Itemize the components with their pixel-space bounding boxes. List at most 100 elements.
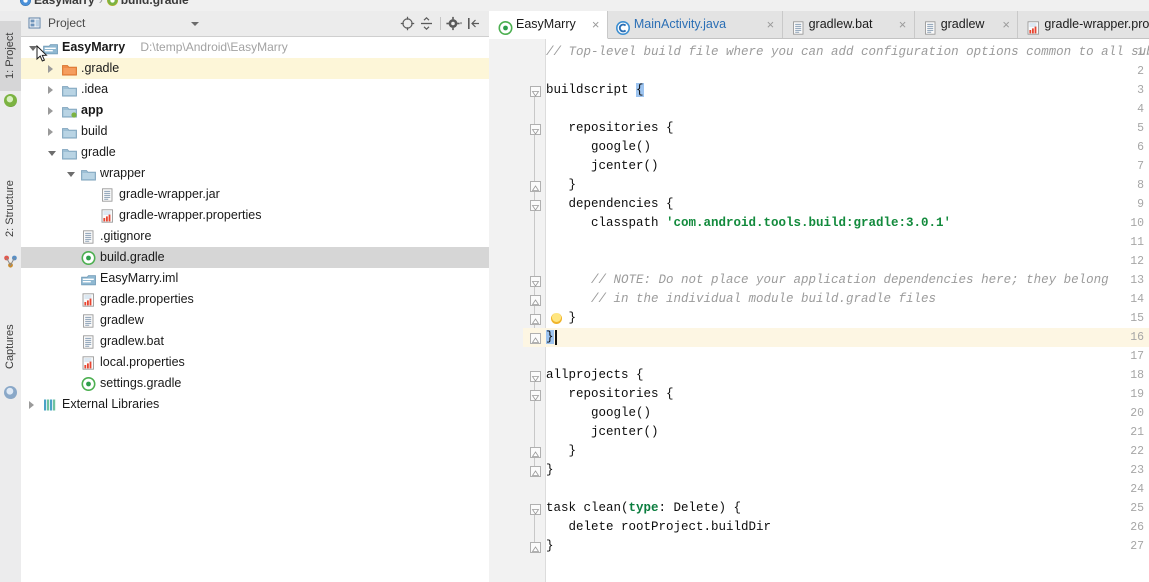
folder-module-icon [62, 104, 77, 118]
intention-bulb-icon[interactable] [551, 313, 562, 324]
fold-toggle-icon[interactable] [530, 447, 541, 458]
fold-toggle-icon[interactable] [530, 504, 541, 515]
project-panel-toolbar [398, 15, 483, 32]
close-icon[interactable]: × [1002, 11, 1010, 38]
project-view-icon [28, 16, 42, 30]
iml-icon [81, 272, 96, 286]
line-number: 20 [1130, 404, 1144, 423]
scroll-from-source-icon[interactable] [398, 15, 417, 32]
tree-item-gradle-wrapper-jar[interactable]: gradle-wrapper.jar [21, 184, 489, 205]
hide-panel-icon[interactable] [464, 15, 483, 32]
tree-item-gradlew-bat[interactable]: gradlew.bat [21, 331, 489, 352]
tree-item-external-libraries[interactable]: External Libraries [21, 394, 489, 415]
editor-tab-gradle-wrapper-properties[interactable]: gradle-wrapper.properties [1017, 11, 1149, 38]
code-line: google() [591, 138, 651, 157]
tree-item-build-gradle[interactable]: build.gradle [21, 247, 489, 268]
tree-item-label: External Libraries [62, 394, 159, 415]
settings-gear-icon[interactable] [445, 15, 464, 32]
tree-item-label: app [81, 100, 103, 121]
tree-expand-arrow-closed[interactable] [48, 107, 53, 115]
folder-icon [81, 167, 96, 181]
android-project-icon [20, 0, 31, 6]
code-line: task clean(type: Delete) { [546, 499, 741, 518]
tree-item-wrapper[interactable]: wrapper [21, 163, 489, 184]
tree-item-label: .gitignore [100, 226, 151, 247]
code-editor[interactable]: 1// Top-level build file where you can a… [489, 39, 1149, 582]
fold-toggle-icon[interactable] [530, 466, 541, 477]
editor-tab-gradlew[interactable]: gradlew× [914, 11, 1019, 38]
tree-item-settings-gradle[interactable]: settings.gradle [21, 373, 489, 394]
line-number: 4 [1137, 100, 1144, 119]
close-icon[interactable]: × [592, 11, 600, 38]
fold-toggle-icon[interactable] [530, 542, 541, 553]
code-line: buildscript { [546, 81, 644, 100]
code-line: repositories { [569, 119, 674, 138]
tree-item-label: build [81, 121, 107, 142]
tree-item-app[interactable]: app [21, 100, 489, 121]
fold-toggle-icon[interactable] [530, 86, 541, 97]
tree-expand-arrow-closed[interactable] [48, 86, 53, 94]
fold-toggle-icon[interactable] [530, 314, 541, 325]
line-number: 19 [1130, 385, 1144, 404]
tree-item-easymarry-iml[interactable]: EasyMarry.iml [21, 268, 489, 289]
tree-item-gradlew[interactable]: gradlew [21, 310, 489, 331]
editor-tab-mainactivity-java[interactable]: MainActivity.java× [607, 11, 783, 38]
project-tree[interactable]: EasyMarryD:\temp\Android\EasyMarry.gradl… [21, 37, 489, 582]
tree-expand-arrow-closed[interactable] [48, 65, 53, 73]
folder-icon [62, 83, 77, 97]
editor-tab-gradlew-bat[interactable]: gradlew.bat × [782, 11, 915, 38]
tool-window-tab-captures[interactable]: Captures [0, 311, 21, 383]
tree-item-path: D:\temp\Android\EasyMarry [140, 37, 287, 58]
fold-toggle-icon[interactable] [530, 276, 541, 287]
tree-item--gradle[interactable]: .gradle [21, 58, 489, 79]
project-icon [4, 94, 17, 107]
tree-item-easymarry[interactable]: EasyMarryD:\temp\Android\EasyMarry [21, 37, 489, 58]
tree-item--gitignore[interactable]: .gitignore [21, 226, 489, 247]
fold-toggle-icon[interactable] [530, 390, 541, 401]
editor-tab-label: gradlew.bat [809, 11, 873, 38]
fold-toggle-icon[interactable] [530, 124, 541, 135]
tree-expand-arrow-closed[interactable] [48, 128, 53, 136]
code-line: // NOTE: Do not place your application d… [591, 271, 1109, 290]
collapse-all-icon[interactable] [417, 15, 436, 32]
line-number-gutter [489, 39, 523, 582]
tree-item-local-properties[interactable]: local.properties [21, 352, 489, 373]
tool-window-tab-project[interactable]: 1: Project [0, 21, 21, 91]
breadcrumb-item[interactable]: build.gradle [121, 0, 189, 7]
fold-toggle-icon[interactable] [530, 181, 541, 192]
tree-item-gradle-wrapper-properties[interactable]: gradle-wrapper.properties [21, 205, 489, 226]
editor-tab-easymarry[interactable]: EasyMarry× [489, 11, 608, 39]
line-number: 23 [1130, 461, 1144, 480]
tree-item--idea[interactable]: .idea [21, 79, 489, 100]
tool-window-tab-structure[interactable]: 2: Structure [0, 166, 21, 252]
fold-toggle-icon[interactable] [530, 295, 541, 306]
properties-icon [100, 209, 115, 223]
tree-expand-arrow-open[interactable] [48, 151, 56, 156]
text-caret [555, 330, 557, 345]
fold-toggle-icon[interactable] [530, 371, 541, 382]
code-line: } [569, 176, 577, 195]
project-tool-window: Project [21, 11, 490, 582]
editor-tab-label: gradle-wrapper.properties [1044, 11, 1149, 38]
chevron-down-icon[interactable] [191, 22, 199, 26]
tree-expand-arrow-open[interactable] [67, 172, 75, 177]
close-icon[interactable]: × [767, 11, 775, 38]
file-icon [81, 230, 96, 244]
tree-item-label: .gradle [81, 58, 119, 79]
fold-toggle-icon[interactable] [530, 200, 541, 211]
tree-item-gradle[interactable]: gradle [21, 142, 489, 163]
tree-item-label: gradle-wrapper.properties [119, 205, 261, 226]
tree-item-label: gradle [81, 142, 116, 163]
tree-item-build[interactable]: build [21, 121, 489, 142]
java-class-icon [616, 18, 629, 31]
close-icon[interactable]: × [899, 11, 907, 38]
tree-item-label: gradlew.bat [100, 331, 164, 352]
fold-toggle-icon[interactable] [530, 333, 541, 344]
code-line: google() [591, 404, 651, 423]
gradle-icon [81, 251, 96, 265]
tree-expand-arrow-closed[interactable] [29, 401, 34, 409]
breadcrumb-item[interactable]: EasyMarry [34, 0, 95, 7]
tree-item-gradle-properties[interactable]: gradle.properties [21, 289, 489, 310]
line-number: 13 [1130, 271, 1144, 290]
tree-item-label: settings.gradle [100, 373, 181, 394]
